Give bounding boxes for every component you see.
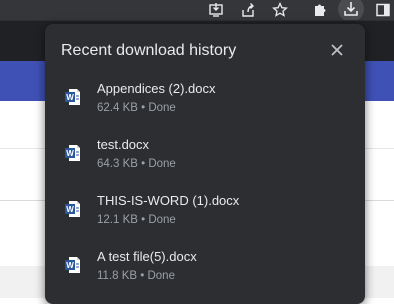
install-app-icon[interactable] (205, 0, 227, 20)
share-icon[interactable] (237, 0, 259, 20)
download-item[interactable]: W Appendices (2).docx 62.4 KB • Done (45, 74, 365, 124)
download-item[interactable]: W A test file(5).docx 11.8 KB • Done (45, 242, 365, 292)
file-name: THIS-IS-WORD (1).docx (97, 193, 240, 208)
browser-toolbar (0, 0, 394, 22)
close-icon (331, 44, 343, 56)
svg-text:W: W (66, 205, 74, 214)
extensions-icon[interactable] (309, 0, 331, 20)
download-item[interactable]: W test.docx 64.3 KB • Done (45, 130, 365, 180)
download-history-bubble: Recent download history W Appendices (2)… (45, 24, 365, 304)
file-status: 62.4 KB • Done (97, 102, 176, 114)
svg-text:W: W (66, 261, 74, 270)
download-icon[interactable] (338, 0, 364, 22)
file-name: A test file(5).docx (97, 249, 197, 264)
word-doc-icon: W (65, 257, 80, 273)
svg-text:W: W (66, 93, 74, 102)
bookmark-star-icon[interactable] (269, 0, 291, 20)
side-panel-icon[interactable] (372, 0, 394, 20)
word-doc-icon: W (65, 89, 80, 105)
bubble-title: Recent download history (61, 42, 237, 59)
file-status: 12.1 KB • Done (97, 214, 176, 226)
svg-text:W: W (66, 149, 74, 158)
file-status: 11.8 KB • Done (97, 270, 175, 282)
word-doc-icon: W (65, 201, 80, 217)
download-item[interactable]: W THIS-IS-WORD (1).docx 12.1 KB • Done (45, 186, 365, 236)
word-doc-icon: W (65, 145, 80, 161)
file-name: test.docx (97, 137, 150, 152)
close-button[interactable] (327, 40, 347, 60)
file-status: 64.3 KB • Done (97, 158, 176, 170)
file-name: Appendices (2).docx (97, 81, 216, 96)
